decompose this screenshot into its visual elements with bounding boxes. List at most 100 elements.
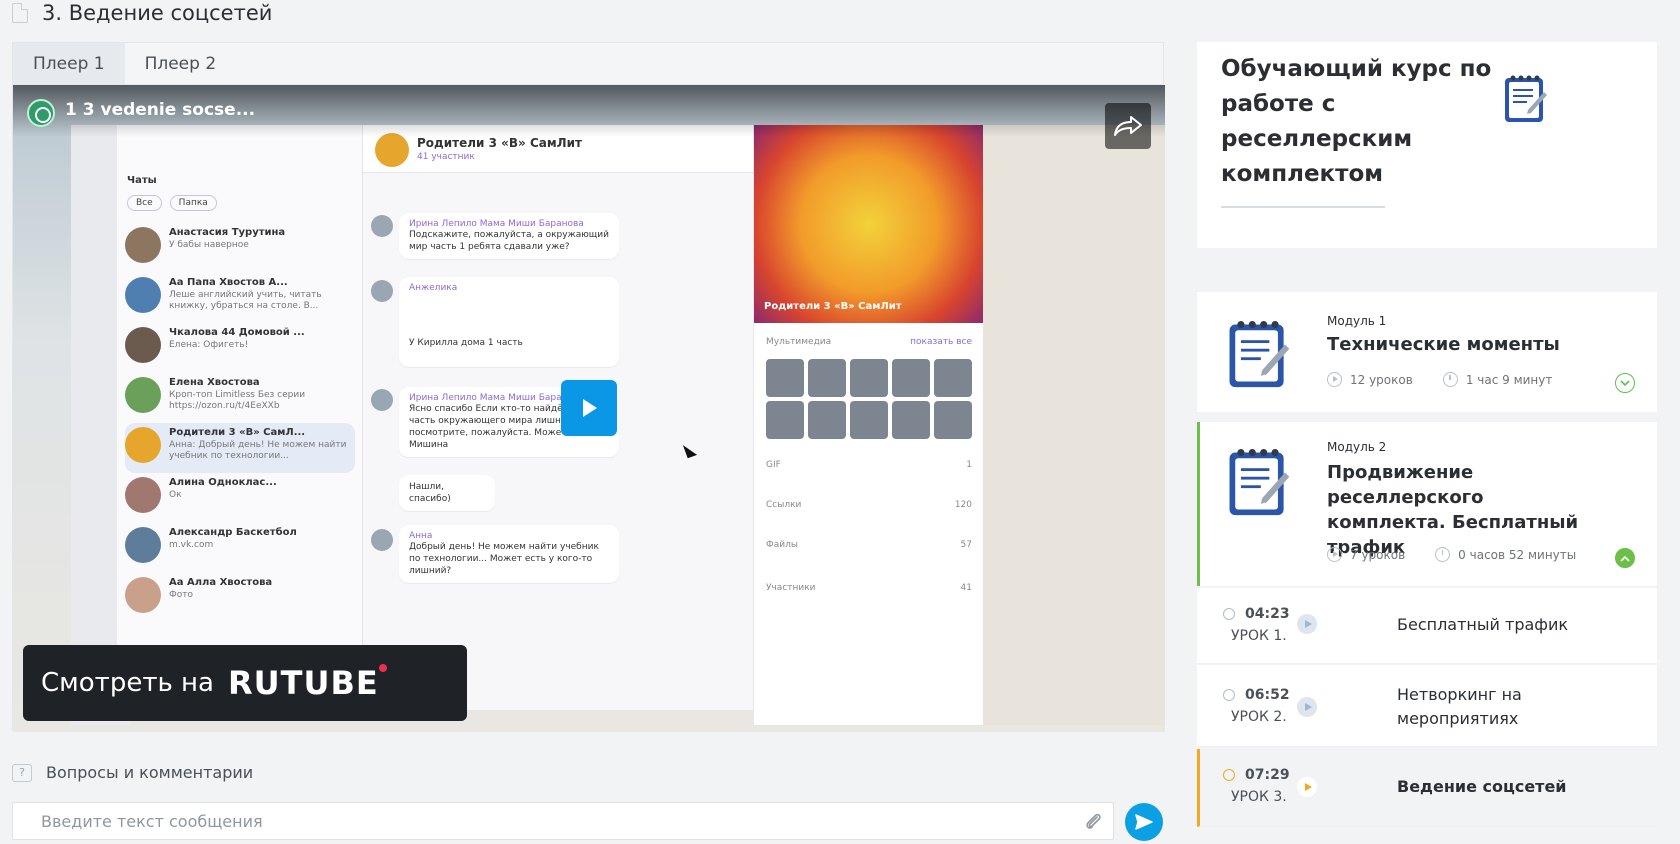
avatar	[125, 277, 161, 313]
module-label: Модуль 2	[1327, 440, 1387, 454]
chat-name: Родители 3 «В» СамЛ...	[169, 427, 306, 438]
avatar	[125, 227, 161, 263]
info-row: Участники 41	[766, 583, 972, 593]
message-text: Подскажите, пожалуйста, а окружающий мир…	[409, 230, 609, 252]
avatar	[371, 529, 393, 551]
lesson-header: 3. Ведение соцсетей	[12, 0, 272, 26]
info-label: Ссылки	[766, 500, 802, 510]
chat-msg: Леше английский учить, читать книжку, уб…	[169, 290, 322, 311]
chat-msg: Ок	[169, 490, 182, 500]
info-value: 1	[966, 460, 972, 470]
avatar	[125, 527, 161, 563]
module-duration: 1 час 9 минут	[1465, 372, 1553, 387]
share-button[interactable]	[1105, 103, 1151, 149]
notepad-icon	[1229, 448, 1290, 516]
lesson-row[interactable]: 04:23 УРОК 1. Бесплатный трафик	[1197, 588, 1657, 664]
multimedia-label: Мультимедиа	[766, 337, 832, 347]
lesson-play-icon	[1297, 777, 1317, 797]
rutube-brand-text: RUTUBE	[228, 664, 379, 702]
video-player[interactable]: Чаты Все Папка Анастасия Турутина У бабы …	[13, 85, 1165, 732]
document-icon	[12, 3, 28, 23]
rutube-logo: RUTUBE	[228, 664, 387, 702]
module-title: Продвижение реселлерского комплекта. Бес…	[1327, 462, 1579, 558]
tab-player-1[interactable]: Плеер 1	[13, 43, 125, 84]
module-lessons-count: 7 уроков	[1350, 547, 1406, 562]
info-label: Участники	[766, 583, 816, 593]
course-card: Обучающий курс по работе с реселлерским …	[1197, 42, 1657, 248]
player-card: Плеер 1 Плеер 2 Чаты Все Папка Анастасия…	[12, 42, 1165, 732]
info-row: GIF 1	[766, 460, 972, 470]
notepad-icon	[1505, 75, 1547, 122]
lesson-row[interactable]: 06:52 УРОК 2. Нетворкинг на мероприятиях	[1197, 665, 1657, 747]
chat-item: Алина Одноклас... Ок	[125, 473, 355, 523]
message-bubble: Анжелика У Кирилла дома 1 часть	[399, 277, 619, 367]
lesson-number: УРОК 1.	[1231, 628, 1287, 644]
lesson-title: Ведение соцсетей	[1397, 777, 1567, 796]
chat-name: Елена Хвостова	[169, 377, 260, 388]
watch-on-rutube-button[interactable]: Смотреть на RUTUBE	[23, 645, 467, 721]
chat-item: Аа Алла Хвостова Фото	[125, 573, 355, 623]
message-text: Нашли, спасибо)	[409, 482, 451, 504]
info-label: Файлы	[766, 540, 798, 550]
timer-icon	[1223, 769, 1235, 781]
module-1[interactable]: Модуль 1 Технические моменты 12 уроков 1…	[1197, 292, 1657, 412]
conversation-members: 41 участник	[417, 152, 475, 162]
avatar	[125, 477, 161, 513]
avatar	[125, 577, 161, 613]
module-meta: 7 уроков 0 часов 52 минуты	[1327, 547, 1576, 562]
lesson-duration: 04:23	[1245, 606, 1290, 622]
comments-header: ? Вопросы и комментарии	[12, 763, 253, 782]
chat-item: Анастасия Турутина У бабы наверное	[125, 223, 355, 273]
filter-folder: Папка	[169, 195, 217, 211]
timer-icon	[1223, 608, 1235, 620]
chat-item: Елена Хвостова Кроп-топ Limitless Без сер…	[125, 373, 355, 423]
course-title: Обучающий курс по работе с реселлерским …	[1221, 56, 1492, 187]
chevron-up-icon	[1620, 555, 1630, 562]
lesson-title: 3. Ведение соцсетей	[42, 1, 273, 25]
comment-input[interactable]	[13, 803, 1113, 839]
chat-msg: Кроп-топ Limitless Без серии https://ozo…	[169, 390, 306, 411]
channel-logo-icon	[27, 99, 55, 127]
show-all-link: показать все	[910, 337, 972, 347]
avatar	[125, 327, 161, 363]
module-label: Модуль 1	[1327, 314, 1387, 328]
rutube-dot-icon	[378, 664, 387, 672]
lesson-play-icon	[1297, 614, 1317, 634]
message-text: Добрый день! Не можем найти учебник по т…	[409, 542, 599, 576]
module-collapse-button[interactable]	[1615, 548, 1635, 568]
media-thumb	[766, 401, 804, 439]
group-cover-image	[754, 125, 984, 323]
timer-icon	[1435, 547, 1451, 562]
attach-icon[interactable]	[1083, 811, 1103, 833]
player-tabs: Плеер 1 Плеер 2	[13, 43, 1163, 85]
conversation-name: Родители 3 «В» СамЛит	[417, 136, 583, 150]
chat-msg: Анна: Добрый день! Не можем найти учебни…	[169, 440, 347, 461]
timer-icon	[1442, 372, 1458, 387]
lesson-title: Бесплатный трафик	[1397, 615, 1569, 634]
media-thumb	[850, 359, 888, 397]
module-duration: 0 часов 52 минуты	[1458, 547, 1577, 562]
info-value: 41	[960, 583, 972, 593]
message-bubble: Анна Добрый день! Не можем найти учебник…	[399, 525, 619, 583]
chat-msg: m.vk.com	[169, 540, 214, 550]
avatar	[371, 215, 393, 237]
lesson-row-current[interactable]: 07:29 УРОК 3. Ведение соцсетей	[1197, 749, 1657, 827]
send-button[interactable]	[1125, 803, 1163, 841]
lessons-icon	[1327, 372, 1342, 387]
module-2[interactable]: Модуль 2 Продвижение реселлерского компл…	[1197, 422, 1657, 586]
module-expand-button[interactable]	[1615, 373, 1635, 393]
chat-item-selected: Родители 3 «В» СамЛ... Анна: Добрый день!…	[125, 423, 355, 473]
tab-player-2[interactable]: Плеер 2	[125, 43, 237, 84]
avatar	[375, 133, 409, 167]
media-grid	[766, 359, 972, 439]
module-lessons-count: 12 уроков	[1350, 372, 1413, 387]
avatar	[371, 280, 393, 302]
info-value: 120	[954, 500, 972, 510]
media-thumb	[766, 359, 804, 397]
message-author: Анжелика	[409, 283, 458, 293]
chat-item: Аа Папа Хвостов А... Леше английский учит…	[125, 273, 355, 323]
play-button[interactable]	[561, 380, 617, 436]
lesson-number: УРОК 3.	[1231, 789, 1287, 805]
avatar	[125, 427, 161, 463]
chat-name: Александр Баскетбол	[169, 527, 297, 538]
